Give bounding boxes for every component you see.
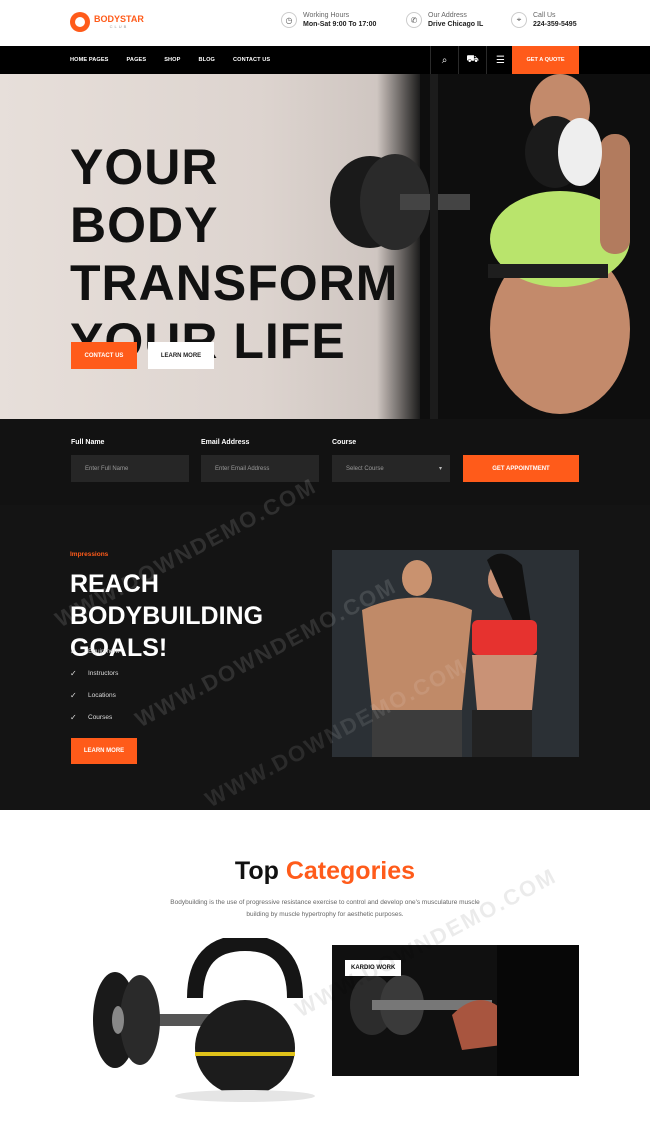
hero-title-line: YOUR BODY [70, 139, 219, 253]
working-hours-label: Working Hours [303, 12, 350, 19]
impressions-eyebrow: Impressions [70, 551, 109, 558]
contact-us-button[interactable]: CONTACT US [71, 342, 137, 369]
feature-list: ✓ Equipment ✓ Instructors ✓ Locations ✓ Cour… [70, 640, 119, 728]
email-input[interactable]: Enter Email Address [201, 455, 319, 482]
course-label: Course [332, 439, 357, 446]
kettlebell-dumbbell-image [93, 938, 315, 1102]
brand-sub: CLUB [109, 24, 129, 29]
list-item: ✓ Courses [70, 706, 119, 728]
learn-more-button[interactable]: LEARN MORE [148, 342, 214, 369]
categories-title-plain: Top [234, 857, 279, 885]
menu-icon[interactable]: ☰ [486, 46, 514, 74]
hero-title: YOUR BODY TRANSFORM YOUR LIFE [70, 138, 399, 370]
hero-banner: YOUR BODY TRANSFORM YOUR LIFE CONTACT US… [0, 74, 650, 419]
call-info: ⌖ Call Us 224-359-5495 [511, 11, 577, 30]
get-a-quote-button[interactable]: GET A QUOTE [512, 46, 579, 74]
check-icon: ✓ [70, 668, 77, 678]
nav-item-blog[interactable]: BLOG [198, 57, 215, 63]
list-item: ✓ Locations [70, 684, 119, 706]
brand-name: BODYSTAR [94, 14, 144, 24]
categories-description: Bodybuilding is the use of progressive r… [170, 899, 480, 918]
address-label: Our Address [428, 12, 467, 19]
check-icon: ✓ [70, 690, 77, 700]
working-hours-value: Mon-Sat 9:00 To 17:00 [303, 21, 377, 29]
search-icon[interactable]: ⌕ [430, 46, 458, 74]
top-header: BODYSTAR CLUB ◷ Working Hours Mon-Sat 9:… [0, 0, 650, 46]
impressions-learn-more-button[interactable]: LEARN MORE [71, 738, 137, 764]
hero-title-line: TRANSFORM [70, 255, 399, 311]
call-label: Call Us [533, 12, 556, 19]
categories-title: Top Categories [0, 857, 650, 886]
nav-item-contact-us[interactable]: CONTACT US [233, 57, 270, 63]
check-icon: ✓ [70, 712, 77, 722]
nav-item-pages[interactable]: PAGES [127, 57, 147, 63]
logo-wordmark: BODYSTAR CLUB [94, 14, 144, 30]
list-item: ✓ Instructors [70, 662, 119, 684]
course-select[interactable]: Select Course ▾ [332, 455, 450, 482]
call-value[interactable]: 224-359-5495 [533, 20, 577, 30]
basket-icon[interactable]: ⛟ [458, 46, 486, 74]
check-icon: ✓ [70, 646, 77, 656]
couple-athletes-image [332, 550, 579, 757]
categories-title-accent: Categories [285, 857, 416, 885]
full-name-label: Full Name [71, 439, 105, 446]
kardio-work-tag: KARDIO WORK [345, 960, 402, 976]
address-value: Drive Chicago IL [428, 21, 484, 29]
full-name-input[interactable]: Enter Full Name [71, 455, 189, 482]
list-item-label: Courses [88, 713, 113, 721]
address-info: ✆ Our Address Drive Chicago IL [406, 11, 483, 30]
list-item-label: Locations [88, 691, 116, 699]
nav-item-shop[interactable]: SHOP [164, 57, 180, 63]
email-label: Email Address [201, 439, 250, 446]
working-hours-info: ◷ Working Hours Mon-Sat 9:00 To 17:00 [281, 11, 376, 30]
list-item: ✓ Equipment [70, 640, 119, 662]
phone-icon: ✆ [406, 12, 422, 29]
chevron-down-icon: ▾ [438, 466, 442, 472]
map-pin-icon: ⌖ [511, 12, 527, 29]
list-item-label: Equipment [88, 647, 120, 655]
logo-emblem-icon [70, 12, 90, 32]
course-select-value: Select Course [346, 465, 384, 472]
nav-item-home-pages[interactable]: HOME PAGES [70, 57, 109, 63]
get-appointment-button[interactable]: GET APPOINTMENT [463, 455, 579, 482]
clock-icon: ◷ [281, 12, 297, 29]
list-item-label: Instructors [88, 669, 119, 677]
brand-logo[interactable]: BODYSTAR CLUB [70, 12, 144, 32]
